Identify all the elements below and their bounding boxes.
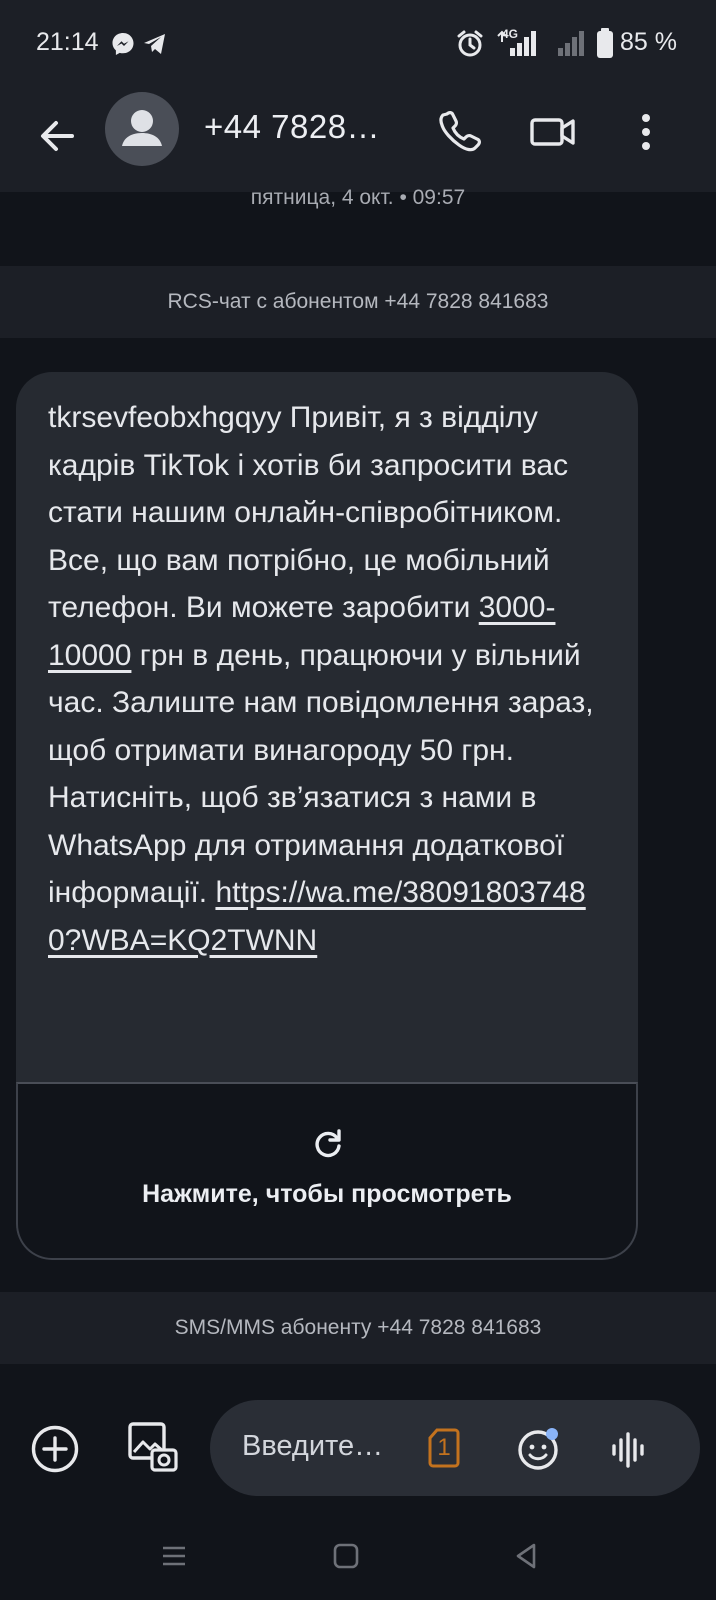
emoji-icon[interactable] [516,1426,562,1472]
telegram-icon [144,34,165,54]
message-input[interactable]: Введите… 1 [210,1400,700,1496]
gallery-icon[interactable] [126,1420,180,1474]
sms-mms-notice: SMS/MMS абоненту +44 7828 841683 [0,1292,716,1364]
conversation-app-bar: +44 7828… [0,86,716,192]
sim-badge: 1 [437,1434,451,1461]
avatar-person-icon [122,110,162,146]
system-nav-bar [0,1512,716,1600]
signal-icon [497,30,536,56]
date-separator: пятница, 4 окт. • 09:57 [250,186,466,209]
home-icon[interactable] [332,1542,360,1570]
refresh-icon [315,1129,341,1158]
recents-icon[interactable] [160,1542,188,1570]
rcs-chat-notice: RCS-чат с абонентом +44 7828 841683 [0,266,716,338]
messages-screen: 21:14 4G 85 % +44 7828… пятница, 4 окт. … [0,0,716,1600]
sim-icon[interactable]: 1 [428,1428,460,1468]
alarm-icon [457,30,483,57]
back-icon[interactable] [512,1542,540,1570]
message-body-part2: грн в день, працюючи у вільний час. Зали… [48,638,594,910]
contact-title[interactable]: +44 7828… [204,108,380,146]
messenger-icon [112,33,134,55]
incoming-message-bubble[interactable]: tkrsevfeobxhgqyy Привіт, я з відділу кад… [16,372,638,1260]
avatar[interactable] [105,92,179,166]
message-input-placeholder: Введите… [242,1430,384,1462]
signal-2-icon [558,31,584,56]
battery-percent: 85 % [620,28,677,56]
phone-icon[interactable] [432,104,488,160]
battery-icon [597,28,613,58]
video-call-icon[interactable] [524,104,580,160]
link-preview-card[interactable]: Нажмите, чтобы просмотреть [16,1082,638,1260]
back-arrow-icon[interactable] [30,108,86,164]
status-bar: 21:14 4G 85 % [0,0,716,86]
message-text: tkrsevfeobxhgqyy Привіт, я з відділу кад… [48,394,618,964]
add-icon[interactable] [30,1424,80,1474]
status-time: 21:14 [36,28,99,56]
tap-to-view-label: Нажмите, чтобы просмотреть [142,1180,512,1208]
more-vert-icon[interactable] [618,104,674,160]
voice-icon[interactable] [608,1430,648,1470]
